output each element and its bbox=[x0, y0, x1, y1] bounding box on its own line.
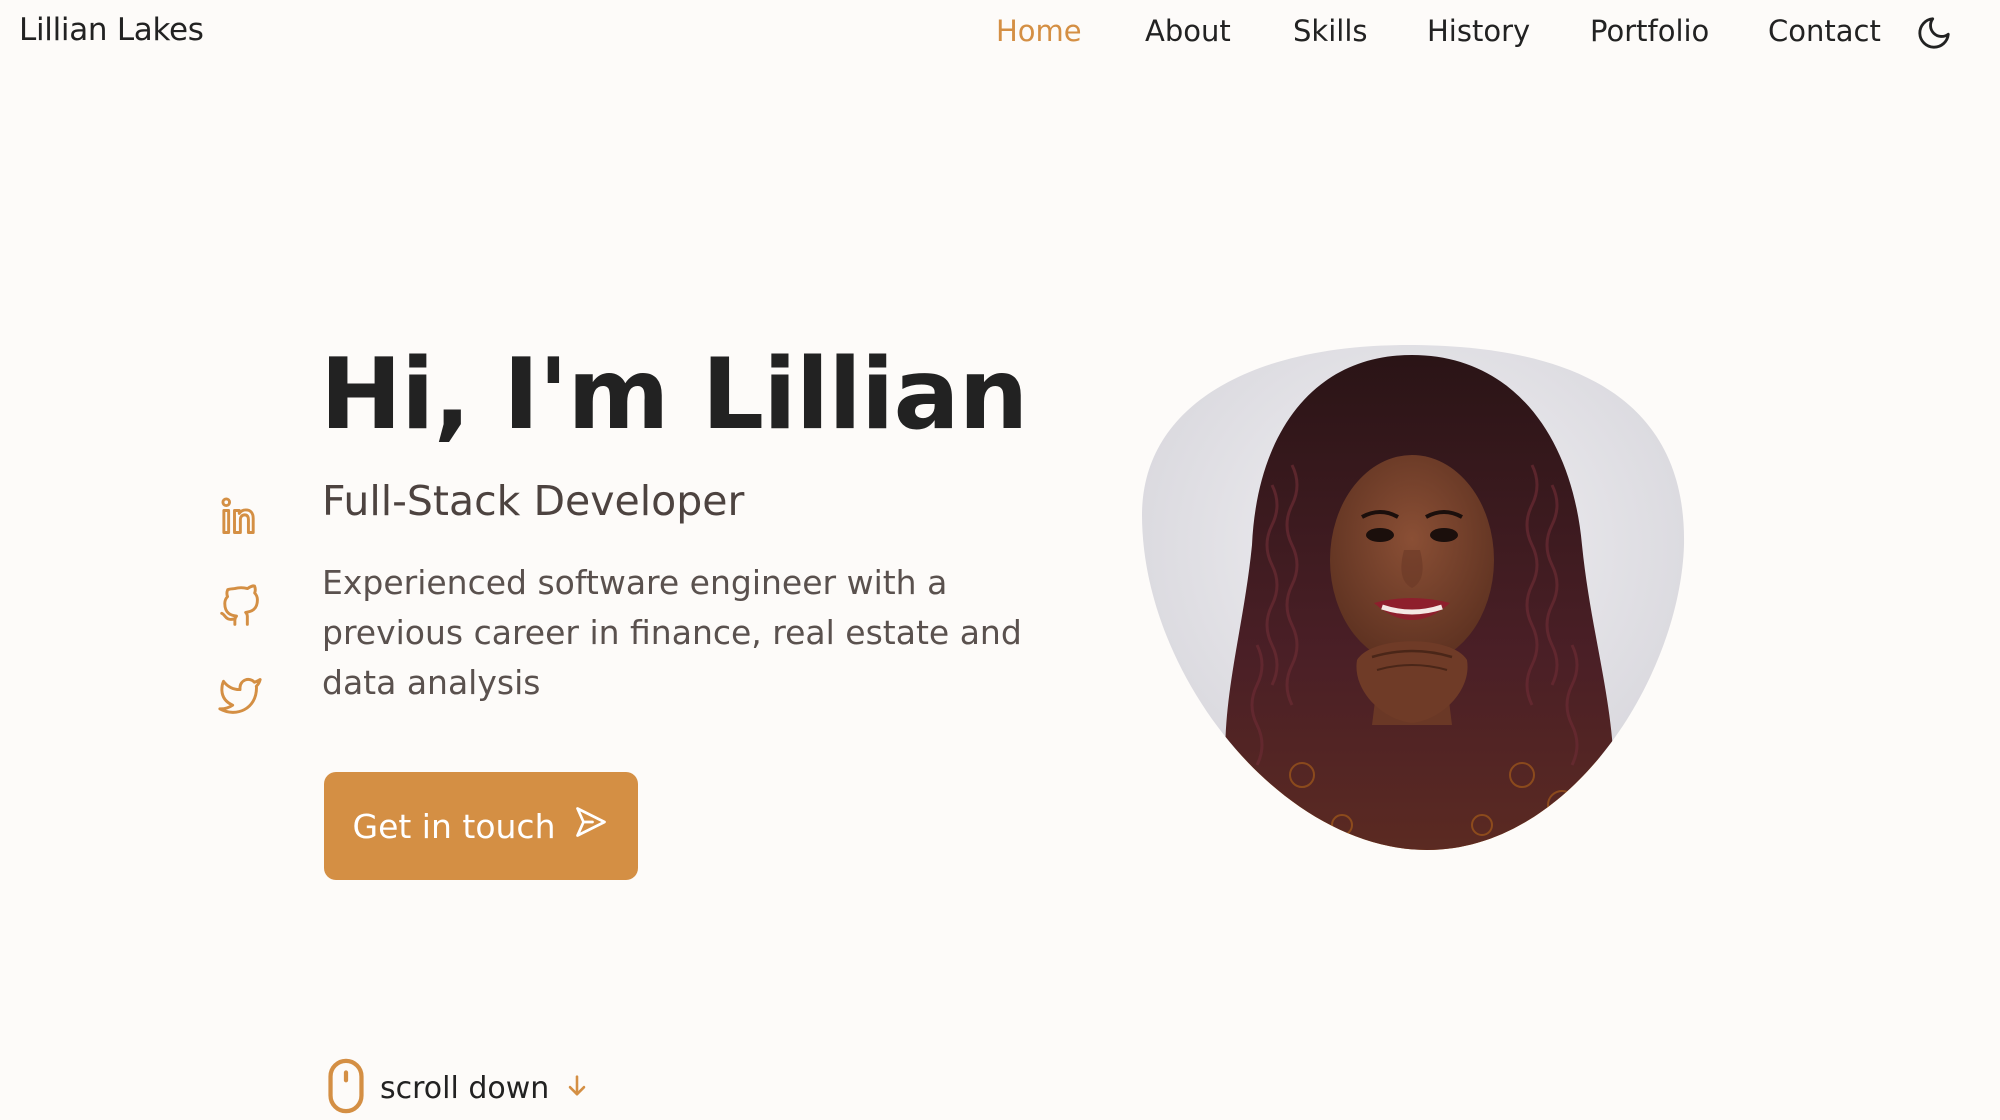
arrow-down-icon bbox=[563, 1072, 591, 1104]
nav-skills[interactable]: Skills bbox=[1293, 14, 1367, 48]
get-in-touch-button[interactable]: Get in touch bbox=[324, 772, 638, 880]
linkedin-icon[interactable] bbox=[218, 494, 262, 538]
nav-history[interactable]: History bbox=[1427, 14, 1530, 48]
scroll-down-link[interactable]: scroll down bbox=[326, 1058, 591, 1118]
hero-subtitle: Full-Stack Developer bbox=[322, 477, 745, 525]
nav-portfolio[interactable]: Portfolio bbox=[1590, 14, 1709, 48]
twitter-icon[interactable] bbox=[218, 674, 262, 718]
main-nav: Home About Skills History Portfolio Cont… bbox=[0, 14, 2000, 58]
nav-about[interactable]: About bbox=[1145, 14, 1231, 48]
page: Lillian Lakes Home About Skills History … bbox=[0, 0, 2000, 1120]
nav-home[interactable]: Home bbox=[996, 14, 1082, 48]
cta-label: Get in touch bbox=[352, 806, 556, 846]
profile-portrait bbox=[1142, 345, 1687, 850]
nav-contact[interactable]: Contact bbox=[1768, 14, 1881, 48]
mouse-icon bbox=[326, 1057, 366, 1119]
scroll-down-label: scroll down bbox=[380, 1070, 550, 1106]
hero-description: Experienced software engineer with a pre… bbox=[322, 563, 1022, 702]
moon-icon[interactable] bbox=[1915, 14, 1953, 52]
github-icon[interactable] bbox=[218, 584, 262, 628]
hero-title: Hi, I'm Lillian bbox=[320, 338, 1028, 452]
send-icon bbox=[573, 804, 609, 848]
